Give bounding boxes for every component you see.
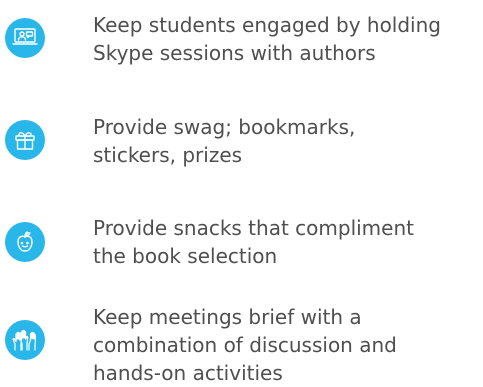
apple-icon <box>5 222 45 262</box>
gift-icon <box>5 120 45 160</box>
raised-hands-icon <box>5 320 45 360</box>
item-text-line: Skype sessions with authors <box>93 41 376 65</box>
item-text-line: Keep students engaged by holding <box>93 13 441 37</box>
item-text-line: hands-on activities <box>93 361 283 385</box>
video-chat-icon <box>5 18 45 58</box>
item-text-line: Provide snacks that compliment <box>93 216 414 240</box>
item-text-line: combination of discussion and <box>93 333 397 357</box>
item-text-line: Provide swag; bookmarks, <box>93 115 356 139</box>
item-text-line: Keep meetings brief with a <box>93 305 362 329</box>
item-text-line: the book selection <box>93 244 278 268</box>
item-text-line: stickers, prizes <box>93 143 243 167</box>
